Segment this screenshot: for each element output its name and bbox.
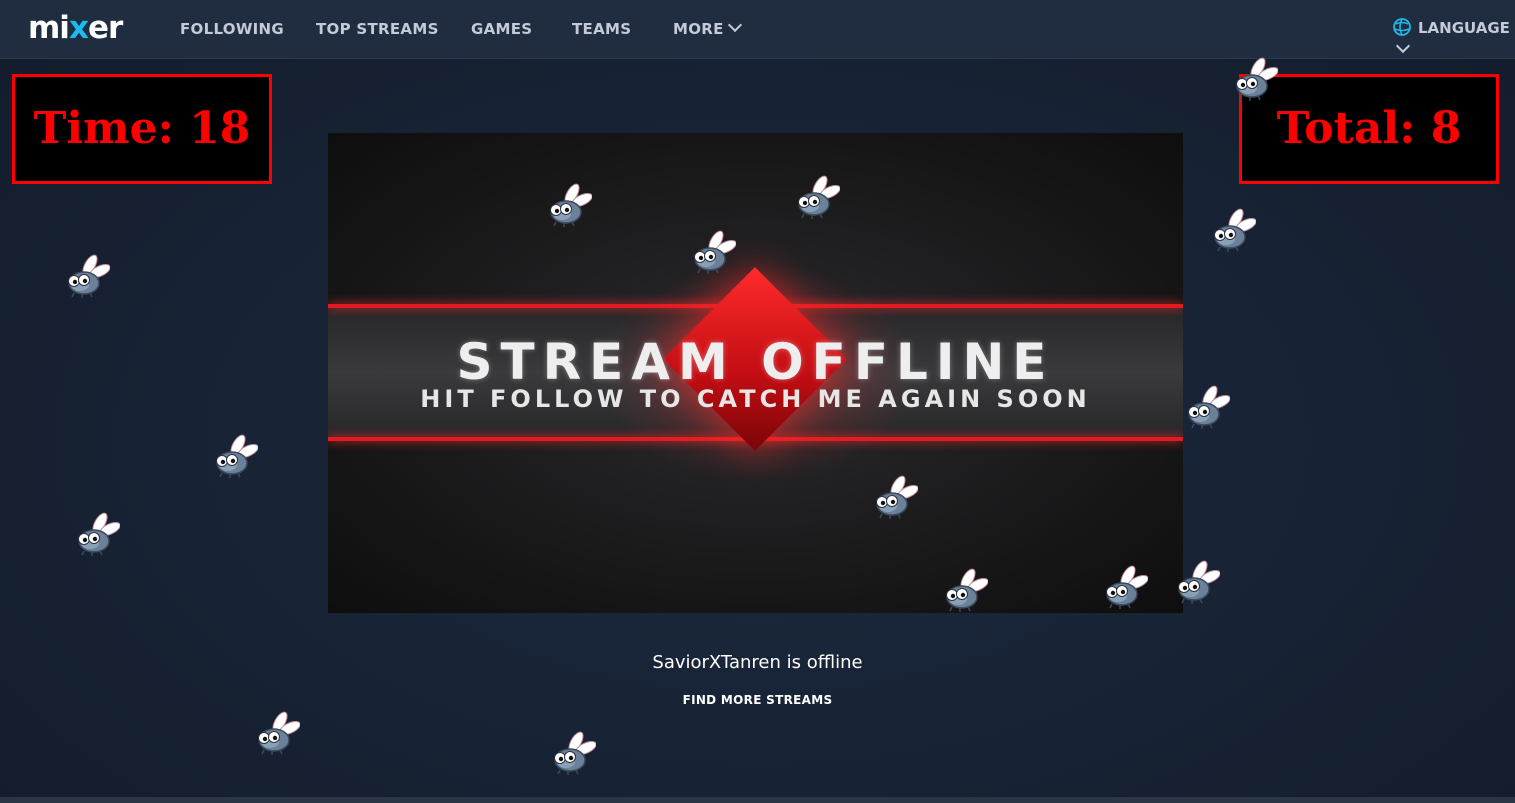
find-more-streams-link: FIND MORE STREAMS xyxy=(0,693,1515,707)
fly-icon[interactable] xyxy=(938,567,988,613)
banner-title: STREAM OFFLINE xyxy=(456,333,1055,391)
fly-icon[interactable] xyxy=(1180,384,1230,430)
fly-icon[interactable] xyxy=(542,182,592,228)
nav-following[interactable]: FOLLOWING xyxy=(180,18,284,40)
mixer-logo[interactable]: mixer xyxy=(28,8,123,48)
nav-top-streams[interactable]: TOP STREAMS xyxy=(316,18,439,40)
fly-icon[interactable] xyxy=(60,253,110,299)
chevron-down-icon xyxy=(1395,38,1411,54)
bottom-strip xyxy=(0,797,1515,803)
fly-icon[interactable] xyxy=(1206,207,1256,253)
fly-icon[interactable] xyxy=(70,511,120,557)
offline-status-message: SaviorXTanren is offline xyxy=(652,652,863,673)
nav-more[interactable]: MORE xyxy=(673,17,742,40)
time-counter: Time: 18 xyxy=(12,74,272,184)
fly-icon[interactable] xyxy=(208,433,258,479)
banner-subtitle: HIT FOLLOW TO CATCH ME AGAIN SOON xyxy=(420,385,1091,413)
fly-icon[interactable] xyxy=(1228,56,1278,102)
chevron-down-icon xyxy=(727,17,742,33)
find-more-streams-button[interactable]: FIND MORE STREAMS xyxy=(683,693,833,707)
fly-icon[interactable] xyxy=(1170,559,1220,605)
total-counter: Total: 8 xyxy=(1239,74,1499,184)
nav-more-label: MORE xyxy=(673,20,724,38)
nav-teams[interactable]: TEAMS xyxy=(572,18,631,40)
fly-icon[interactable] xyxy=(868,474,918,520)
fly-icon[interactable] xyxy=(250,710,300,756)
fly-icon[interactable] xyxy=(1098,564,1148,610)
fly-icon[interactable] xyxy=(546,730,596,776)
language-label: LANGUAGE xyxy=(1418,19,1510,37)
stream-offline-banner: STREAM OFFLINE HIT FOLLOW TO CATCH ME AG… xyxy=(328,133,1183,613)
language-selector[interactable]: LANGUAGE xyxy=(1392,17,1515,54)
fly-icon[interactable] xyxy=(790,174,840,220)
globe-icon xyxy=(1393,17,1411,36)
top-navbar: mixer FOLLOWING TOP STREAMS GAMES TEAMS … xyxy=(0,0,1515,59)
nav-games[interactable]: GAMES xyxy=(471,18,532,40)
fly-icon[interactable] xyxy=(686,229,736,275)
